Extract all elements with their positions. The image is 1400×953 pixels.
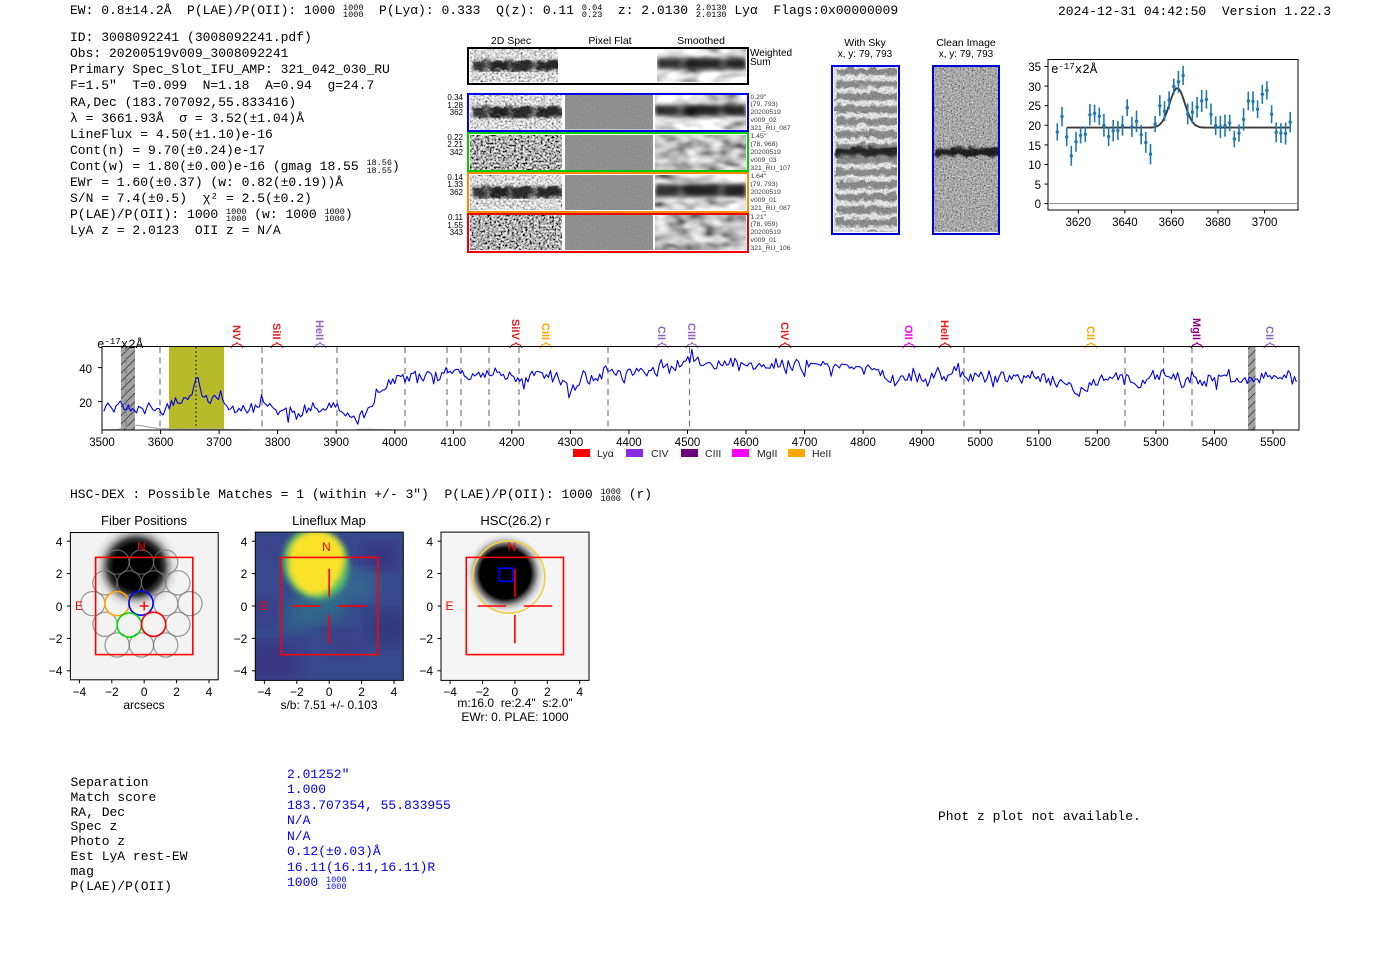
- svg-text:E: E: [75, 599, 83, 613]
- svg-text:E: E: [446, 599, 454, 613]
- svg-text:E: E: [260, 599, 268, 613]
- svg-text:N: N: [322, 540, 331, 554]
- svg-text:N: N: [508, 540, 517, 554]
- svg-text:N: N: [137, 540, 146, 554]
